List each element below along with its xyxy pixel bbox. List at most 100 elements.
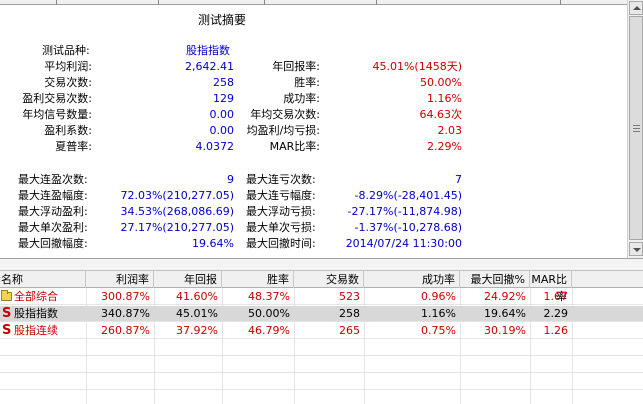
col-header-name[interactable]: 名称 (0, 271, 86, 288)
grip-line (633, 128, 640, 129)
row-name: 股指指数 (14, 307, 58, 320)
avg-win-loss-label: 均盈利/均亏损: (246, 124, 320, 137)
table-row-selected[interactable]: S 股指指数 340.87% 45.01% 50.00% 258 1.16% 1… (0, 306, 643, 322)
summary-scrollbar[interactable] (627, 0, 643, 258)
success-rate-label: 成功率: (283, 92, 320, 105)
col-header-win-rate[interactable]: 胜率 (222, 271, 294, 288)
max-float-loss-label: 最大浮动亏损: (246, 205, 316, 218)
strategy-s-icon: S (2, 306, 12, 321)
profit-rate-cell: 340.87% (101, 307, 150, 320)
max-drawdown-cell: 30.19% (484, 324, 526, 337)
profit-factor-value: 0.00 (209, 124, 235, 137)
empty-row (0, 374, 643, 390)
win-rate-value: 50.00% (420, 76, 462, 89)
max-drawdown-label: 最大回撤幅度: (18, 237, 88, 250)
mar-label: MAR比率: (269, 140, 320, 153)
col-header-trades[interactable]: 交易数 (294, 271, 364, 288)
name-cell: S 股指指数 (0, 306, 86, 322)
annual-trades-value: 64.63次 (419, 108, 463, 121)
max-float-loss-value: -27.17%(-11,874.98) (347, 205, 462, 218)
name-cell: S 股指连续 (0, 323, 86, 339)
summary-title: 测试摘要 (198, 13, 247, 27)
results-grid: 名称 利润率 年回报 胜率 交易数 成功率 最大回撤% MAR比率 全部综合 3… (0, 271, 643, 404)
summary-panel: 测试摘要 测试品种: 股指指数 平均利润: 2,642.41 交易次数: 258… (0, 5, 627, 258)
max-drawdown-cell: 19.64% (484, 307, 526, 320)
max-float-profit-value: 34.53%(268,086.69) (120, 205, 234, 218)
pane-splitter[interactable] (0, 258, 643, 271)
mar-cell: 1.26 (543, 324, 569, 337)
max-loss-streak-value: 7 (455, 173, 462, 186)
max-drawdown-time-label: 最大回撤时间: (246, 237, 316, 250)
scroll-down-button[interactable] (629, 242, 643, 256)
table-row[interactable]: 全部综合 300.87% 41.60% 48.37% 523 0.96% 24.… (0, 289, 643, 305)
arrow-up-icon (633, 6, 641, 10)
grip-line (633, 131, 640, 132)
max-loss-range-label: 最大连亏幅度: (246, 189, 316, 202)
folder-icon (1, 290, 12, 301)
mar-value: 2.29% (427, 140, 462, 153)
annual-signals-label: 年均信号数量: (22, 108, 92, 121)
annual-signals-value: 0.00 (209, 108, 235, 121)
col-header-success-rate[interactable]: 成功率 (364, 271, 460, 288)
trades-cell: 265 (339, 324, 360, 337)
max-single-loss-value: -1.37%(-10,278.68) (354, 221, 462, 234)
max-loss-streak-label: 最大连亏次数: (246, 173, 316, 186)
annual-return-cell: 41.60% (176, 290, 218, 303)
win-rate-label: 胜率: (294, 76, 320, 89)
profit-rate-cell: 260.87% (101, 324, 150, 337)
trades-cell: 523 (339, 290, 360, 303)
success-rate-value: 1.16% (427, 92, 462, 105)
col-header-mar[interactable]: MAR比率 (530, 271, 572, 303)
win-trades-label: 盈利交易次数: (22, 92, 92, 105)
annual-trades-label: 年均交易次数: (250, 108, 320, 121)
trade-count-value: 258 (213, 76, 234, 89)
max-drawdown-value: 19.64% (192, 237, 234, 250)
success-rate-cell: 1.16% (421, 307, 456, 320)
col-header-annual-return[interactable]: 年回报 (154, 271, 222, 288)
max-single-profit-value: 27.17%(210,277.05) (120, 221, 234, 234)
max-drawdown-cell: 24.92% (484, 290, 526, 303)
row-name: 股指连续 (14, 324, 58, 337)
arrow-down-icon (633, 248, 641, 252)
annual-return-value: 45.01%(1458天) (372, 60, 462, 73)
sharpe-value: 4.0372 (195, 140, 235, 153)
mar-cell: 2.29 (543, 307, 569, 320)
profit-rate-cell: 300.87% (101, 290, 150, 303)
grid-header: 名称 利润率 年回报 胜率 交易数 成功率 最大回撤% MAR比率 (0, 271, 643, 303)
name-cell: 全部综合 (0, 289, 86, 305)
scroll-thumb[interactable] (629, 16, 643, 240)
row-name: 全部综合 (14, 290, 58, 303)
empty-row (0, 340, 643, 356)
win-trades-value: 129 (213, 92, 234, 105)
avg-profit-label: 平均利润: (44, 60, 92, 73)
max-win-streak-value: 9 (227, 173, 234, 186)
grip-line (633, 125, 640, 126)
product-label: 测试品种: (42, 44, 90, 57)
sharpe-label: 夏普率: (55, 140, 92, 153)
annual-return-cell: 37.92% (176, 324, 218, 337)
win-rate-cell: 48.37% (248, 290, 290, 303)
empty-row (0, 357, 643, 373)
success-rate-cell: 0.96% (421, 290, 456, 303)
col-header-profit-rate[interactable]: 利润率 (86, 271, 154, 288)
trade-count-label: 交易次数: (44, 76, 92, 89)
win-rate-cell: 46.79% (248, 324, 290, 337)
col-header-max-drawdown[interactable]: 最大回撤% (460, 271, 530, 288)
max-win-range-label: 最大连盈幅度: (18, 189, 88, 202)
mar-cell: 1.67 (543, 290, 569, 303)
strategy-s-icon: S (2, 323, 12, 338)
avg-win-loss-value: 2.03 (437, 124, 463, 137)
annual-return-cell: 45.01% (176, 307, 218, 320)
profit-factor-label: 盈利系数: (44, 124, 92, 137)
max-loss-range-value: -8.29%(-28,401.45) (354, 189, 462, 202)
win-rate-cell: 50.00% (248, 307, 290, 320)
scroll-up-button[interactable] (629, 1, 643, 15)
table-row[interactable]: S 股指连续 260.87% 37.92% 46.79% 265 0.75% 3… (0, 323, 643, 339)
trades-cell: 258 (339, 307, 360, 320)
max-win-range-value: 72.03%(210,277.05) (120, 189, 234, 202)
avg-profit-value: 2,642.41 (185, 60, 234, 73)
max-drawdown-time-value: 2014/07/24 11:30:00 (345, 237, 462, 250)
max-win-streak-label: 最大连盈次数: (18, 173, 88, 186)
max-single-loss-label: 最大单次亏损: (246, 221, 316, 234)
product-value: 股指指数 (186, 44, 230, 57)
